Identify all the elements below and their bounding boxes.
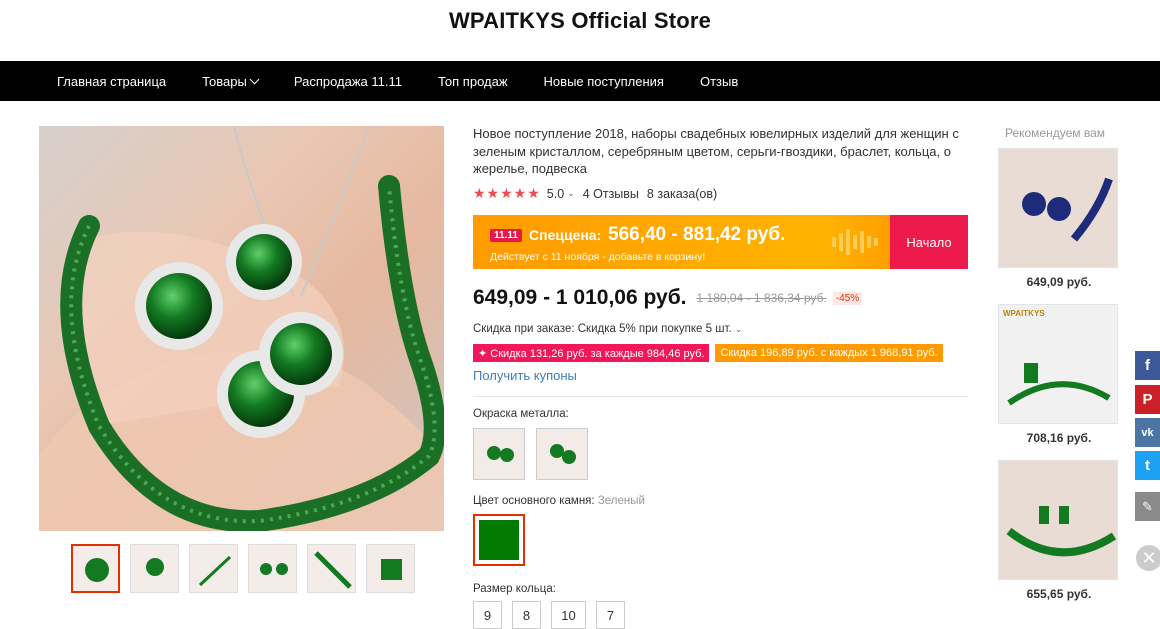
jewelry-set-image xyxy=(39,126,444,531)
store-header: WPAITKYS Official Store xyxy=(0,0,1160,61)
thumbnail[interactable] xyxy=(307,544,356,593)
twitter-icon[interactable]: t xyxy=(1135,451,1160,480)
coupon-badge[interactable]: ✦ Скидка 131,26 руб. за каждые 984,46 ру… xyxy=(473,344,710,362)
stone-color-swatch[interactable] xyxy=(473,514,525,566)
stone-color-value: Зеленый xyxy=(597,495,645,507)
nav-item-products[interactable]: Товары xyxy=(202,73,260,89)
recommend-item[interactable]: 655,65 руб. xyxy=(998,460,1120,601)
ring-size-option[interactable]: 10 xyxy=(551,601,586,629)
bulk-discount-text: Скидка при заказе: Скидка 5% при покупке… xyxy=(473,323,732,335)
recommend-image[interactable] xyxy=(998,148,1118,268)
get-coupons-link[interactable]: Получить купоны xyxy=(473,368,577,383)
discount-badge: -45% xyxy=(832,291,863,305)
ring-size-option[interactable]: 9 xyxy=(473,601,502,629)
sale-label: Спеццена: xyxy=(529,227,602,243)
rating-value[interactable]: 5.0 xyxy=(547,187,564,201)
metal-option-swatch[interactable] xyxy=(473,428,525,480)
ring-size-label: Размер кольца: xyxy=(473,583,556,595)
bulk-discount[interactable]: Скидка при заказе: Скидка 5% при покупке… xyxy=(473,323,742,335)
nav-item-new-arrivals[interactable]: Новые поступления xyxy=(544,74,664,89)
vk-icon[interactable]: vk xyxy=(1135,418,1160,447)
nav-item-label: Распродажа 11.11 xyxy=(293,73,402,89)
star-rating-icon: ★★★★★ xyxy=(473,185,541,201)
recommend-item[interactable]: 649,09 руб. xyxy=(998,148,1120,289)
recommend-image[interactable] xyxy=(998,460,1118,580)
chevron-down-icon: ⌄ xyxy=(567,188,575,198)
thumbnail[interactable] xyxy=(248,544,297,593)
coupon-list: ✦ Скидка 131,26 руб. за каждые 984,46 ру… xyxy=(473,344,943,362)
sale-price: 566,40 - 881,42 руб. xyxy=(608,224,786,245)
metal-option-swatch[interactable] xyxy=(536,428,588,480)
thumbnail[interactable] xyxy=(71,544,120,593)
nav-item-label: Отзыв xyxy=(699,73,739,89)
sale-subtitle: Действует с 11 ноября - добавьте в корзи… xyxy=(490,251,706,263)
old-price: 1 180,04 - 1 836,34 руб. xyxy=(696,291,827,305)
recommend-item[interactable]: WPAITKYS 708,16 руб. xyxy=(998,304,1120,445)
store-title: WPAITKYS Official Store xyxy=(448,8,712,33)
rating-row: ★★★★★ 5.0 ⌄ 4 Отзывы 8 заказа(ов) xyxy=(473,185,717,202)
stone-color-label: Цвет основного камня: Зеленый xyxy=(473,495,645,507)
start-button[interactable]: Начало xyxy=(890,215,968,269)
nav-item-feedback[interactable]: Отзыв xyxy=(700,74,738,89)
recommend-price: 708,16 руб. xyxy=(1026,431,1092,445)
reviews-link[interactable]: 4 Отзывы xyxy=(583,187,639,201)
nav-item-top-sales[interactable]: Топ продаж xyxy=(438,74,508,89)
ring-size-option[interactable]: 8 xyxy=(512,601,541,629)
sale-banner: 11.11 Спеццена: 566,40 - 881,42 руб. Дей… xyxy=(473,215,968,269)
pinterest-icon[interactable]: P xyxy=(1135,385,1160,414)
nav-item-home[interactable]: Главная страница xyxy=(57,74,166,89)
nav-item-label: Топ продаж xyxy=(438,73,508,89)
green-color-fill xyxy=(479,520,519,560)
recommend-price: 649,09 руб. xyxy=(1026,275,1092,289)
thumbnail[interactable] xyxy=(366,544,415,593)
price-row: 649,09 - 1 010,06 руб. 1 180,04 - 1 836,… xyxy=(473,286,863,310)
thumbnail[interactable] xyxy=(189,544,238,593)
thumbnail-strip xyxy=(71,544,415,593)
recommend-price: 655,65 руб. xyxy=(1026,587,1092,601)
close-icon[interactable]: ✕ xyxy=(1136,545,1160,571)
recommend-panel: Рекомендуем вам 649,09 руб. WPAITKYS 708… xyxy=(998,126,1120,616)
main-nav: Главная страница Товары Распродажа 11.11… xyxy=(0,61,1160,101)
product-title: Новое поступление 2018, наборы свадебных… xyxy=(473,126,959,176)
chevron-down-icon: ⌄ xyxy=(734,324,743,334)
nav-item-label: Товары xyxy=(202,73,247,89)
product-main-image[interactable] xyxy=(39,126,444,531)
stone-color-label-text: Цвет основного камня: xyxy=(473,495,595,507)
coupon-badge[interactable]: Скидка 196,89 руб. с каждых 1 968,91 руб… xyxy=(715,344,943,362)
brand-watermark: WPAITKYS xyxy=(1003,309,1045,318)
edit-icon[interactable]: ✎ xyxy=(1135,492,1160,521)
sale-badge: 11.11 xyxy=(490,229,522,242)
recommend-title: Рекомендуем вам xyxy=(1004,126,1106,140)
nav-item-label: Главная страница xyxy=(57,73,167,89)
orders-count: 8 заказа(ов) xyxy=(646,186,718,201)
divider xyxy=(473,396,968,397)
ring-size-options: 9 8 10 7 xyxy=(473,601,625,629)
chevron-down-icon xyxy=(249,74,260,84)
nav-item-sale[interactable]: Распродажа 11.11 xyxy=(294,74,402,89)
recommend-image[interactable]: WPAITKYS xyxy=(998,304,1118,424)
nav-item-label: Новые поступления xyxy=(543,73,664,89)
thumbnail[interactable] xyxy=(130,544,179,593)
facebook-icon[interactable]: f xyxy=(1135,351,1160,380)
wave-decoration-icon xyxy=(832,229,878,255)
metal-color-label: Окраска металла: xyxy=(473,408,569,420)
ring-size-option[interactable]: 7 xyxy=(596,601,625,629)
product-price: 649,09 - 1 010,06 руб. xyxy=(473,286,687,309)
